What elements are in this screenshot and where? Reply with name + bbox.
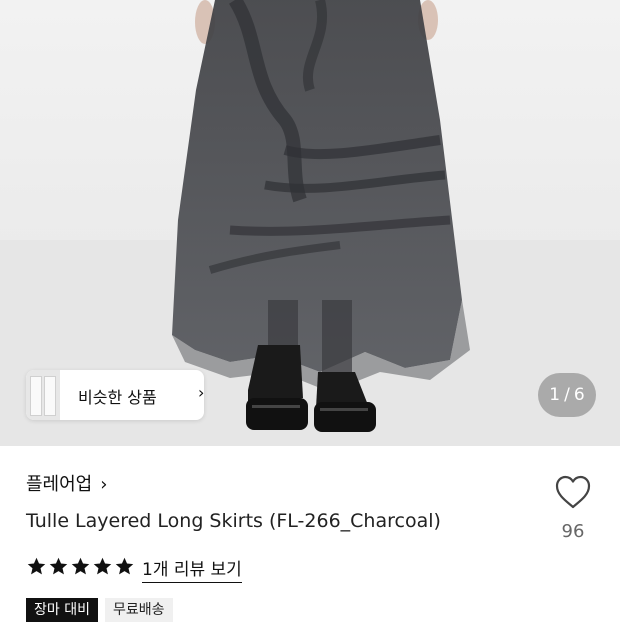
badge-free-shipping: 무료배송 xyxy=(104,598,173,622)
rating-stars xyxy=(26,556,136,578)
image-counter-separator: / xyxy=(564,385,570,405)
review-link[interactable]: 1개 리뷰 보기 xyxy=(142,555,242,583)
image-counter-total: 6 xyxy=(573,385,585,405)
star-icon xyxy=(115,557,134,575)
chevron-right-icon: › xyxy=(100,474,108,495)
star-icon xyxy=(93,557,112,575)
brand-link[interactable]: 플레어업 › xyxy=(26,470,107,496)
star-icon xyxy=(49,557,68,575)
similar-products-label: 비슷한 상품 xyxy=(78,388,157,407)
star-icon xyxy=(71,557,90,575)
like-button[interactable]: 96 xyxy=(548,474,598,546)
badge-rainy-season: 장마 대비 xyxy=(26,598,98,622)
similar-products-button[interactable]: 비슷한 상품 › xyxy=(26,370,204,420)
heart-outline-icon xyxy=(555,475,591,509)
product-image-gallery[interactable]: 비슷한 상품 › 1 / 6 xyxy=(0,0,620,446)
like-count: 96 xyxy=(561,521,585,542)
chevron-right-icon: › xyxy=(198,383,204,402)
brand-name: 플레어업 xyxy=(26,474,93,495)
image-counter: 1 / 6 xyxy=(538,373,596,417)
star-icon xyxy=(27,557,46,575)
product-title: Tulle Layered Long Skirts (FL-266_Charco… xyxy=(26,510,441,532)
badge-list: 장마 대비 무료배송 xyxy=(26,598,180,622)
image-counter-current: 1 xyxy=(549,385,561,405)
similar-product-thumbnail xyxy=(26,370,60,420)
